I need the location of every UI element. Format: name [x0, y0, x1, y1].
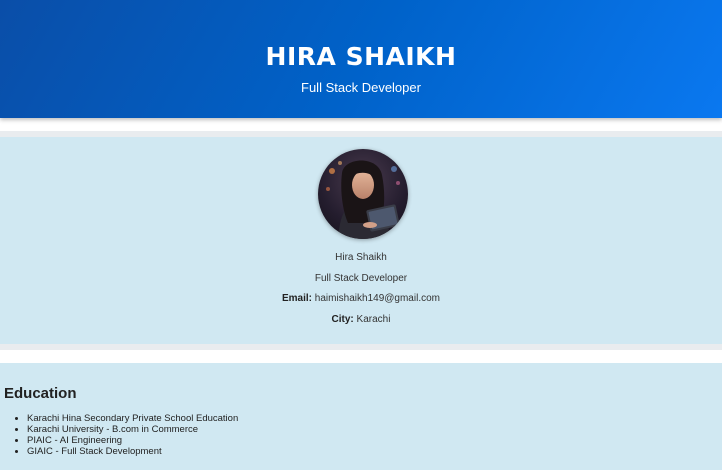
profile-city-row: City: Karachi [0, 314, 722, 325]
education-heading: Education [4, 385, 77, 402]
list-item: Karachi University - B.com in Commerce [27, 424, 238, 435]
education-list: Karachi Hina Secondary Private School Ed… [0, 413, 238, 457]
profile-email-row: Email: haimishaikh149@gmail.com [0, 293, 722, 304]
profile-role: Full Stack Developer [314, 273, 408, 284]
header-title: Full Stack Developer [301, 80, 421, 95]
profile-avatar [318, 149, 408, 239]
list-item: GIAIC - Full Stack Development [27, 446, 238, 457]
avatar-illustration [318, 149, 408, 239]
education-section: Education Karachi Hina Secondary Private… [0, 363, 722, 470]
email-label: Email: [281, 293, 312, 304]
profile-section: Hira Shaikh Full Stack Developer Email: … [0, 137, 722, 344]
divider [0, 344, 722, 350]
city-label: City: [331, 314, 354, 325]
list-item: PIAIC - AI Engineering [27, 435, 238, 446]
resume-header: HIRA SHAIKH Full Stack Developer [0, 0, 722, 118]
profile-name: Hira Shaikh [335, 252, 387, 263]
email-value: haimishaikh149@gmail.com [314, 293, 440, 304]
header-name: HIRA SHAIKH [265, 42, 457, 71]
list-item: Karachi Hina Secondary Private School Ed… [27, 413, 238, 424]
city-value: Karachi [356, 314, 391, 325]
